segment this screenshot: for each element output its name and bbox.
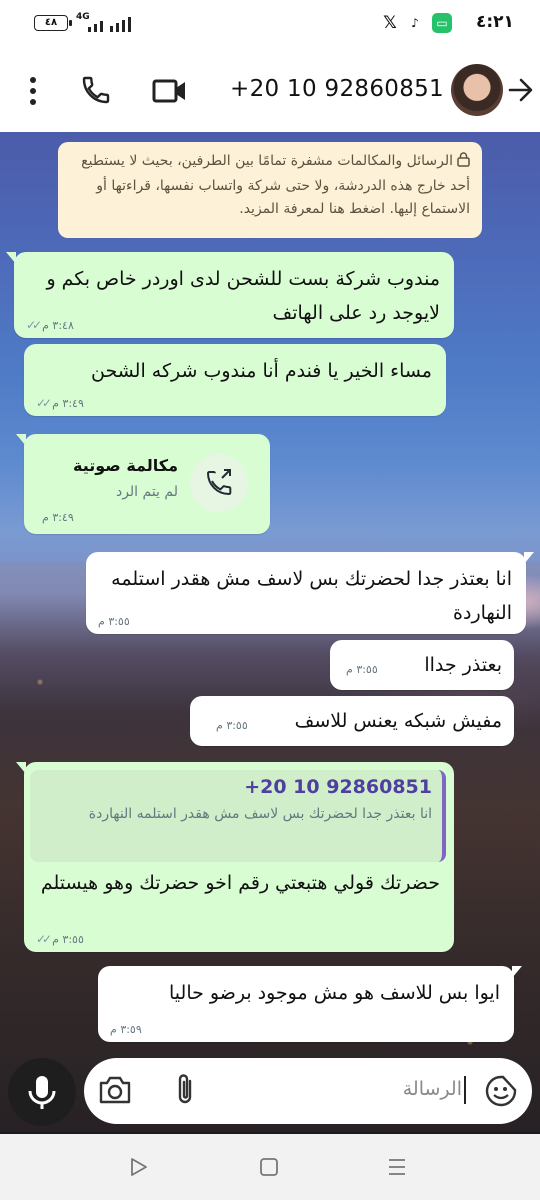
camera-icon[interactable] [98, 1074, 132, 1110]
x-icon: 𝕏 [383, 13, 397, 33]
back-arrow-icon[interactable] [508, 76, 534, 108]
system-nav-bar [0, 1134, 540, 1200]
quoted-message[interactable]: +20 10 92860851 انا بعتذر جدا لحضرتك بس … [30, 770, 446, 862]
message-text: ايوا بس للاسف هو مش موجود برضو حاليا [169, 982, 500, 1004]
message-time: ٣:٤٨ م [42, 319, 74, 332]
message-bubble[interactable]: مساء الخير يا فندم أنا مندوب شركه الشحن … [24, 344, 446, 416]
message-icon: ▭ [432, 13, 452, 33]
encryption-text: الرسائل والمكالمات مشفرة تمامًا بين الطر… [81, 153, 470, 217]
message-time: ٣:٥٥ م [98, 615, 130, 628]
message-bubble[interactable]: مندوب شركة بست للشحن لدى اوردر خاص بكم و… [6, 252, 454, 338]
message-meta: ٣:٤٨ م✓✓ [26, 318, 74, 332]
text-cursor [464, 1076, 466, 1104]
reply-message-bubble[interactable]: +20 10 92860851 انا بعتذر جدا لحضرتك بس … [16, 762, 454, 952]
encryption-notice[interactable]: الرسائل والمكالمات مشفرة تمامًا بين الطر… [58, 142, 482, 238]
home-square-icon[interactable] [258, 1156, 280, 1182]
chat-header: +20 10 92860851 [0, 48, 540, 132]
message-input[interactable]: الرسالة [403, 1078, 462, 1100]
message-bubble[interactable]: بعتذر جداا ٣:٥٥ م [330, 640, 514, 690]
message-time: ٣:٥٥ م [346, 663, 378, 676]
message-composer[interactable]: الرسالة [84, 1058, 532, 1124]
contact-avatar[interactable] [451, 64, 503, 116]
mic-icon [28, 1076, 56, 1109]
message-time: ٣:٥٩ م [110, 1023, 142, 1036]
message-time: ٣:٤٩ م [52, 397, 84, 410]
signal-icon [86, 16, 132, 32]
voice-call-bubble[interactable]: مكالمة صوتية لم يتم الرد ٣:٤٩ م [16, 434, 270, 534]
message-time: ٣:٥٥ م [216, 719, 248, 732]
battery-indicator: ٤٨ [34, 15, 72, 31]
attach-icon[interactable] [172, 1072, 198, 1112]
message-text: مندوب شركة بست للشحن لدى اوردر خاص بكم و… [46, 268, 440, 324]
message-text: انا بعتذر جدا لحضرتك بس لاسف مش هقدر است… [111, 568, 512, 624]
double-check-icon: ✓✓ [26, 318, 42, 332]
message-bubble[interactable]: ايوا بس للاسف هو مش موجود برضو حاليا ٣:٥… [98, 966, 522, 1042]
missed-call-icon [190, 454, 248, 512]
battery-level: ٤٨ [44, 17, 58, 28]
double-check-icon: ✓✓ [36, 396, 52, 410]
message-bubble[interactable]: مفيش شبكه يعنس للاسف ٣:٥٥ م [190, 696, 514, 746]
message-text: مساء الخير يا فندم أنا مندوب شركه الشحن [91, 360, 432, 382]
back-triangle-icon[interactable] [128, 1156, 150, 1182]
message-text: حضرتك قولي هتبعتي رقم اخو حضرتك وهو هيست… [40, 872, 440, 894]
double-check-icon: ✓✓ [36, 932, 52, 946]
menu-icon[interactable] [22, 76, 44, 110]
contact-name[interactable]: +20 10 92860851 [230, 76, 444, 102]
call-status: لم يتم الرد [115, 484, 178, 500]
tiktok-icon: ♪ [411, 16, 419, 30]
phone-icon[interactable] [80, 74, 112, 110]
sticker-icon[interactable] [484, 1074, 518, 1112]
quoted-text: انا بعتذر جدا لحضرتك بس لاسف مش هقدر است… [88, 806, 432, 822]
message-meta: ٣:٤٩ م✓✓ [36, 396, 84, 410]
video-icon[interactable] [152, 78, 188, 108]
lock-icon [457, 152, 470, 175]
quoted-sender: +20 10 92860851 [244, 776, 432, 798]
message-bubble[interactable]: انا بعتذر جدا لحضرتك بس لاسف مش هقدر است… [86, 552, 534, 634]
clock: ٤:٢١ [476, 12, 514, 32]
mic-button[interactable] [8, 1058, 76, 1126]
message-time: ٣:٥٥ م [52, 933, 84, 946]
call-title: مكالمة صوتية [73, 456, 178, 475]
recents-menu-icon[interactable] [386, 1156, 408, 1182]
message-time: ٣:٤٩ م [42, 511, 74, 524]
message-meta: ٣:٥٥ م✓✓ [36, 932, 84, 946]
status-bar: ٤٨ 4G 𝕏 ♪ ▭ ٤:٢١ [0, 0, 540, 48]
chat-area[interactable]: الرسائل والمكالمات مشفرة تمامًا بين الطر… [0, 132, 540, 1134]
